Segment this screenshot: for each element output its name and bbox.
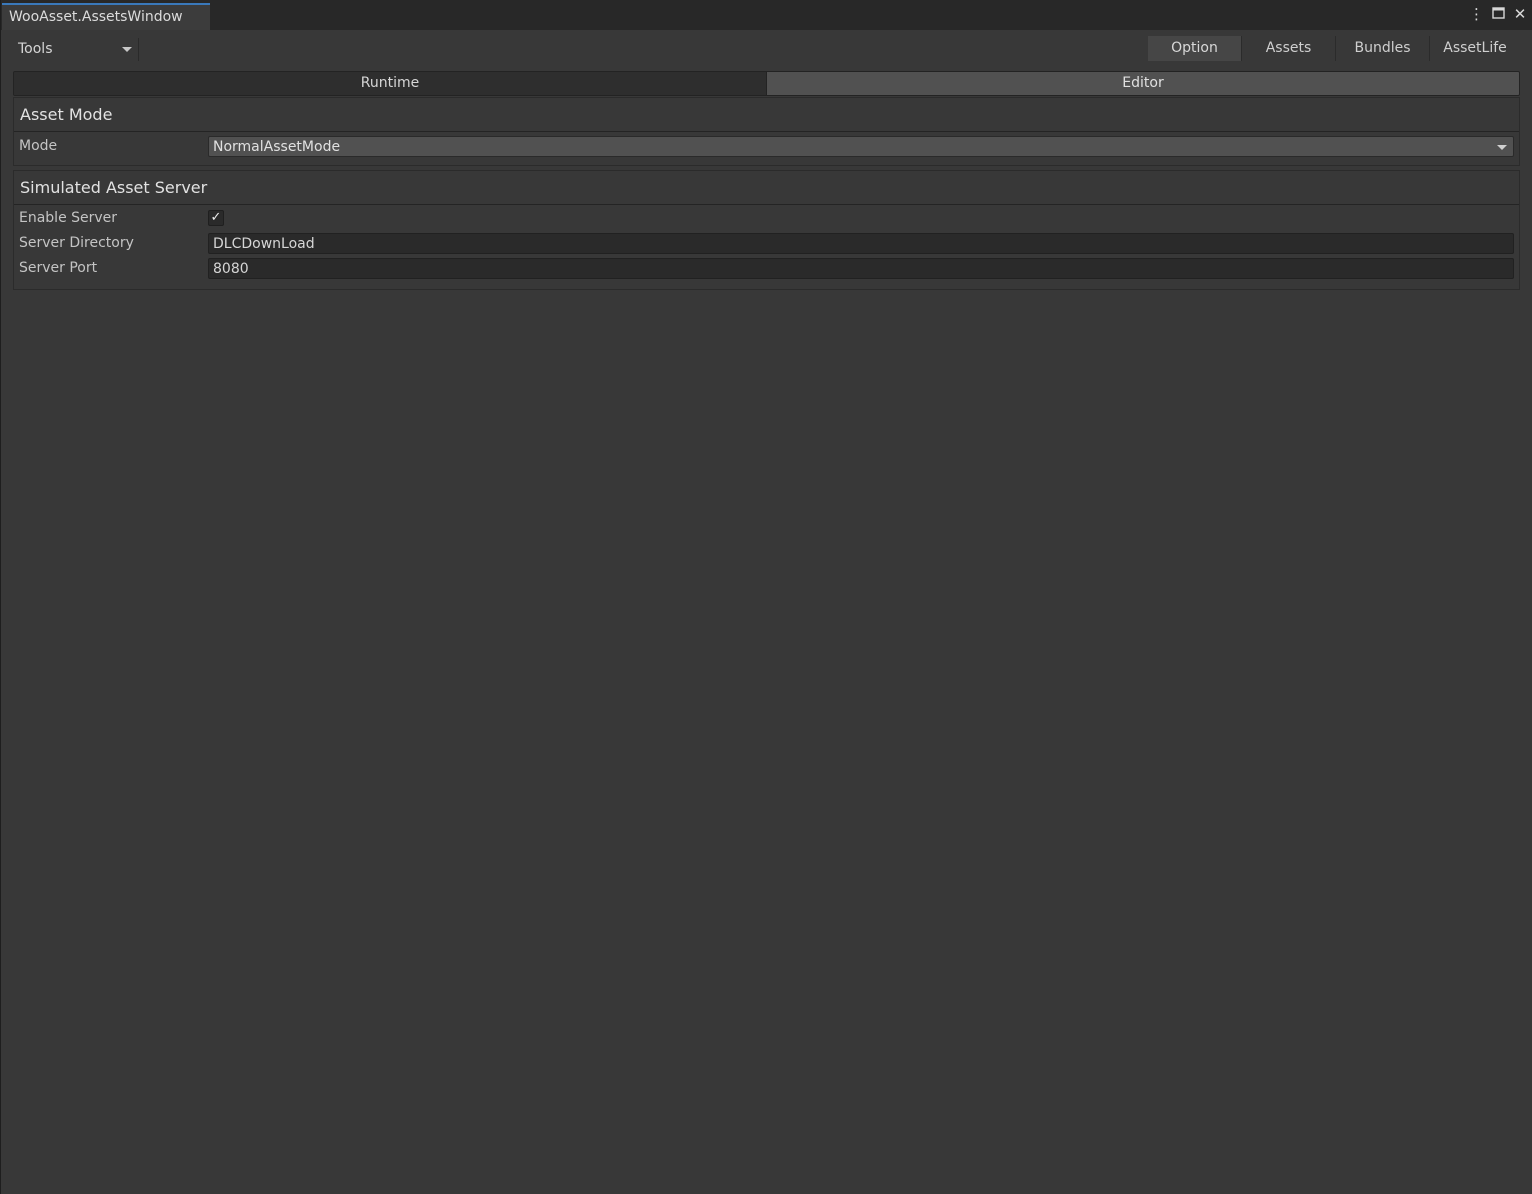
segment-editor[interactable]: Editor <box>767 72 1519 95</box>
server-directory-row: Server Directory DLCDownLoad <box>14 231 1519 256</box>
server-port-label: Server Port <box>19 260 98 276</box>
window-tab[interactable]: WooAsset.AssetsWindow <box>2 3 210 30</box>
maximize-icon-glyph <box>1491 7 1505 19</box>
more-options-icon[interactable]: ⋮ <box>1469 5 1484 23</box>
close-icon[interactable]: ✕ <box>1513 5 1527 23</box>
toolbar: Tools Option Assets Bundles AssetLife <box>1 30 1532 64</box>
mode-select[interactable]: NormalAssetMode <box>208 136 1514 157</box>
simulated-server-panel: Simulated Asset Server Enable Server ✓ S… <box>13 170 1520 290</box>
enable-server-label: Enable Server <box>19 210 118 226</box>
mode-row: Mode NormalAssetMode <box>14 134 1519 159</box>
enable-server-row: Enable Server ✓ <box>14 206 1519 231</box>
maximize-icon[interactable] <box>1491 5 1505 23</box>
window-title: WooAsset.AssetsWindow <box>9 9 183 25</box>
assets-window: WooAsset.AssetsWindow ⋮ ✕ Tools Option A… <box>0 0 1532 1194</box>
mode-label: Mode <box>19 138 58 154</box>
asset-mode-header: Asset Mode <box>14 98 1519 132</box>
checkmark-icon: ✓ <box>210 210 222 225</box>
chevron-down-icon <box>1497 145 1507 150</box>
tab-assetlife[interactable]: AssetLife <box>1430 36 1520 61</box>
title-bar: WooAsset.AssetsWindow ⋮ ✕ <box>1 0 1532 30</box>
tab-assets[interactable]: Assets <box>1242 36 1336 61</box>
server-port-field[interactable]: 8080 <box>208 258 1514 279</box>
asset-mode-panel: Asset Mode Mode NormalAssetMode <box>13 97 1520 166</box>
tools-dropdown[interactable]: Tools <box>13 38 139 61</box>
runtime-editor-toggle: Runtime Editor <box>13 71 1520 96</box>
simulated-server-header: Simulated Asset Server <box>14 171 1519 205</box>
server-directory-value: DLCDownLoad <box>213 236 315 252</box>
enable-server-checkbox[interactable]: ✓ <box>208 210 224 226</box>
segment-runtime[interactable]: Runtime <box>14 72 767 95</box>
server-port-row: Server Port 8080 <box>14 256 1519 281</box>
server-directory-field[interactable]: DLCDownLoad <box>208 233 1514 254</box>
mode-select-value: NormalAssetMode <box>213 139 341 155</box>
tools-dropdown-label: Tools <box>18 41 53 57</box>
window-controls: ⋮ ✕ <box>1469 5 1527 23</box>
tab-option[interactable]: Option <box>1148 36 1242 61</box>
chevron-down-icon <box>122 47 132 52</box>
tab-bundles[interactable]: Bundles <box>1336 36 1430 61</box>
server-directory-label: Server Directory <box>19 235 134 251</box>
view-tabs: Option Assets Bundles AssetLife <box>1148 36 1520 61</box>
server-port-value: 8080 <box>213 261 249 277</box>
